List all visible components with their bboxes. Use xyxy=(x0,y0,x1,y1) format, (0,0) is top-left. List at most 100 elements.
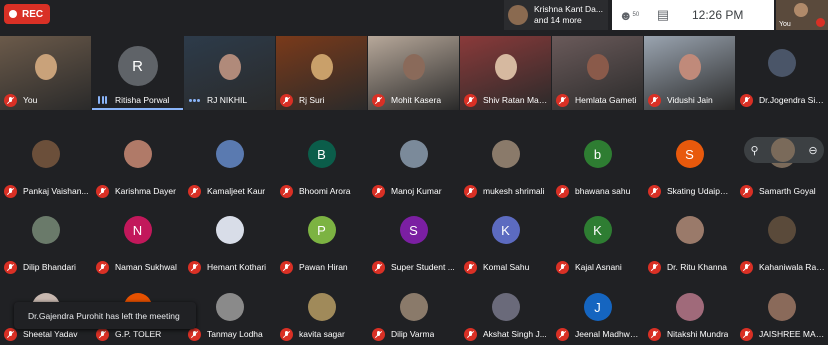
top-bar: REC Krishna Kant Da... and 14 more ☻ 50 ▤… xyxy=(0,0,828,30)
participant-tile[interactable]: Dilip Bhandari xyxy=(0,203,91,277)
participant-name-bar: Naman Sukhwal xyxy=(96,260,181,274)
participant-tile[interactable]: Akshat Singh J... xyxy=(460,280,551,344)
participant-name: Dr. Ritu Khanna xyxy=(667,262,728,272)
participant-tile[interactable]: RJ NIKHIL xyxy=(184,36,275,110)
avatar-photo xyxy=(675,216,704,244)
participant-tile[interactable]: Manoj Kumar xyxy=(368,127,459,201)
participant-tile[interactable]: Mohit Kasera xyxy=(368,36,459,110)
people-count: 50 xyxy=(632,12,640,18)
participant-name-bar: Hemant Kothari xyxy=(188,260,273,274)
participant-tile[interactable]: Vidushi Jain xyxy=(644,36,735,110)
mic-off-icon xyxy=(280,184,293,198)
avatar-initial: b xyxy=(583,140,612,168)
avatar-photo xyxy=(31,140,60,168)
participant-tile[interactable]: You xyxy=(0,36,91,110)
presenter-name: Krishna Kant Da... xyxy=(534,4,603,14)
participant-tile[interactable]: JAISHREE MAN... xyxy=(736,280,827,344)
avatar-initial: K xyxy=(491,216,520,244)
participant-name: mukesh shrimali xyxy=(483,186,545,196)
mic-off-icon xyxy=(648,93,661,107)
participant-tile[interactable]: Tanmay Lodha xyxy=(184,280,275,344)
participant-name-bar: Ritisha Porwal xyxy=(96,93,181,107)
participant-tile[interactable]: Nitakshi Mundra xyxy=(644,280,735,344)
mic-off-icon xyxy=(816,18,825,27)
participant-tile[interactable]: Kahaniwala Rajat xyxy=(736,203,827,277)
participant-tile[interactable]: Dilip Varma xyxy=(368,280,459,344)
mic-off-icon xyxy=(740,93,753,107)
participant-tile[interactable]: R Ritisha Porwal xyxy=(92,36,183,110)
participant-name-bar: Hemlata Gameti xyxy=(556,93,641,107)
avatar-photo xyxy=(307,293,336,321)
meeting-controls-panel: ☻ 50 ▤ 12:26 PM xyxy=(612,0,774,30)
avatar-photo xyxy=(123,140,152,168)
chat-button[interactable]: ▤ xyxy=(646,0,680,30)
participant-name: JAISHREE MAN... xyxy=(759,329,825,339)
participant-tile[interactable]: Pankaj Vaishan... xyxy=(0,127,91,201)
participant-tile[interactable]: N Naman Sukhwal xyxy=(92,203,183,277)
active-speaker-bar xyxy=(92,108,183,110)
avatar-photo xyxy=(399,140,428,168)
avatar-initial: S xyxy=(399,216,428,244)
participant-tile[interactable]: S Super Student ... xyxy=(368,203,459,277)
participant-tile[interactable]: K Komal Sahu xyxy=(460,203,551,277)
mic-off-icon xyxy=(372,327,385,341)
mic-off-icon xyxy=(648,184,661,198)
participant-tile[interactable]: Karishma Dayer xyxy=(92,127,183,201)
remove-icon[interactable]: ⊖ xyxy=(808,144,817,157)
participant-tile[interactable]: B Bhoomi Arora xyxy=(276,127,367,201)
avatar-photo xyxy=(767,49,796,77)
participant-tile[interactable]: S Skating Udaipur... xyxy=(644,127,735,201)
participant-name: RJ NIKHIL xyxy=(207,95,248,105)
participant-tile[interactable]: J Jeenal Madhwa... xyxy=(552,280,643,344)
mic-off-icon xyxy=(188,184,201,198)
participant-tile[interactable]: Hemant Kothari xyxy=(184,203,275,277)
participant-face xyxy=(35,54,57,80)
participant-name: Bhoomi Arora xyxy=(299,186,351,196)
participant-tile[interactable]: Dr. Ritu Khanna xyxy=(644,203,735,277)
participant-tile[interactable]: Dr.Jogendra Sin... xyxy=(736,36,827,110)
participant-tile[interactable]: Shiv Ratan Maloo xyxy=(460,36,551,110)
audio-level-icon xyxy=(188,94,201,107)
clock: 12:26 PM xyxy=(692,8,744,22)
participant-name: Mohit Kasera xyxy=(391,95,442,105)
people-button[interactable]: ☻ 50 xyxy=(612,0,646,30)
mic-off-icon xyxy=(4,184,17,198)
participant-tile[interactable]: b bhawana sahu xyxy=(552,127,643,201)
participant-name-bar: JAISHREE MAN... xyxy=(740,327,825,341)
participant-name: Pawan Hiran xyxy=(299,262,348,272)
participant-name: Kajal Asnani xyxy=(575,262,622,272)
participant-name: G.P. TOLER xyxy=(115,329,162,339)
participant-tile[interactable]: Hemlata Gameti xyxy=(552,36,643,110)
participant-name: Samarth Goyal xyxy=(759,186,816,196)
participant-name: Super Student ... xyxy=(391,262,455,272)
mic-off-icon xyxy=(188,260,201,274)
participant-name: Pankaj Vaishan... xyxy=(23,186,89,196)
self-view-label: You xyxy=(779,21,791,28)
participant-name: Kamaljeet Kaur xyxy=(207,186,266,196)
mic-off-icon xyxy=(740,184,753,198)
participant-name-bar: Bhoomi Arora xyxy=(280,184,365,198)
speaking-indicator-icon xyxy=(96,94,109,107)
participant-face xyxy=(311,54,333,80)
participant-name-bar: Kahaniwala Rajat xyxy=(740,260,825,274)
self-view-tile[interactable]: You xyxy=(776,0,828,30)
participant-name-bar: RJ NIKHIL xyxy=(188,93,273,107)
participant-face xyxy=(219,54,241,80)
mic-off-icon xyxy=(96,327,109,341)
participant-name-bar: Karishma Dayer xyxy=(96,184,181,198)
participant-tile[interactable]: Rj Suri xyxy=(276,36,367,110)
participant-name: Dilip Varma xyxy=(391,329,435,339)
participant-tile[interactable]: P Pawan Hiran xyxy=(276,203,367,277)
avatar-photo xyxy=(31,216,60,244)
mic-off-icon xyxy=(188,327,201,341)
presenter-chip[interactable]: Krishna Kant Da... and 14 more xyxy=(504,0,608,30)
participant-tile[interactable]: kavita sagar xyxy=(276,280,367,344)
mic-off-icon xyxy=(464,260,477,274)
participant-face xyxy=(587,54,609,80)
mic-off-icon xyxy=(280,260,293,274)
participant-tile[interactable]: K Kajal Asnani xyxy=(552,203,643,277)
participant-name-bar: bhawana sahu xyxy=(556,184,641,198)
participant-tile[interactable]: Kamaljeet Kaur xyxy=(184,127,275,201)
participant-tile[interactable]: mukesh shrimali xyxy=(460,127,551,201)
pin-icon[interactable]: ⚲ xyxy=(750,144,758,157)
